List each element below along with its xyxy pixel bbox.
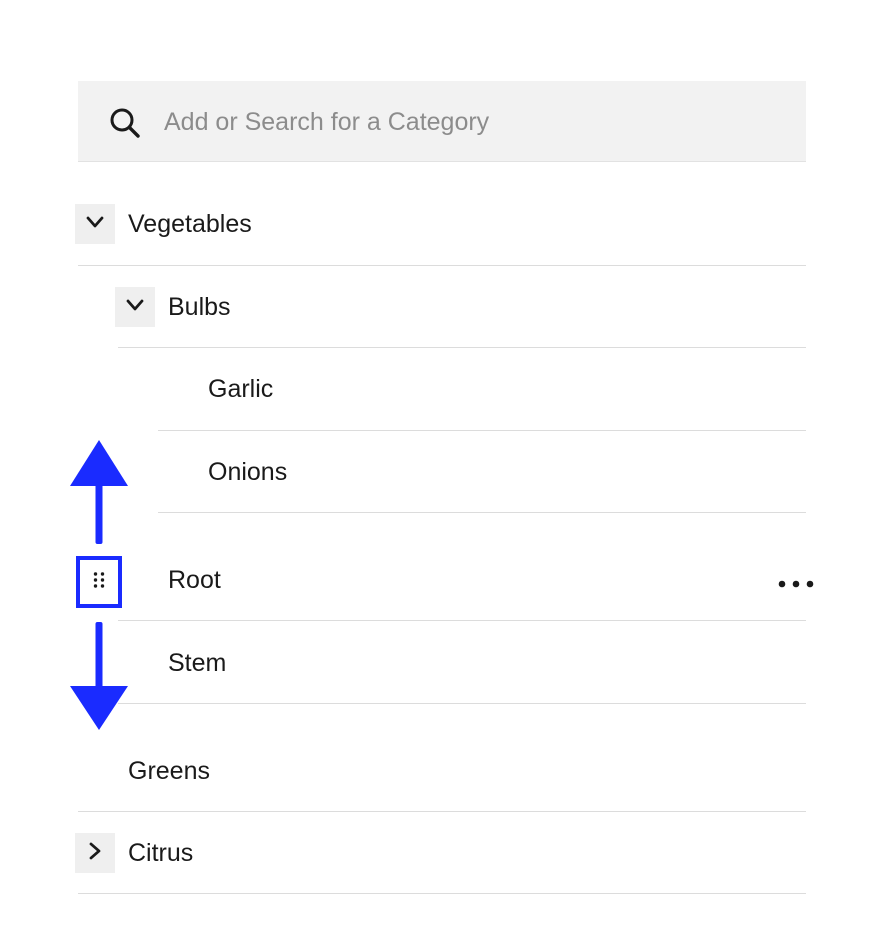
- tree-item-vegetables[interactable]: Vegetables: [128, 209, 252, 239]
- root-more-options-button[interactable]: [772, 570, 820, 600]
- tree-item-garlic[interactable]: Garlic: [208, 374, 273, 404]
- tree-item-root[interactable]: Root: [168, 565, 221, 595]
- divider: [78, 893, 806, 894]
- category-search-bar[interactable]: [78, 81, 806, 162]
- chevron-right-icon: [85, 841, 105, 866]
- chevron-down-icon: [85, 212, 105, 237]
- divider: [78, 265, 806, 266]
- bulbs-toggle-button[interactable]: [115, 287, 155, 327]
- vegetables-toggle-button[interactable]: [75, 204, 115, 244]
- divider: [158, 512, 806, 513]
- tree-item-bulbs[interactable]: Bulbs: [168, 292, 231, 322]
- tree-item-citrus[interactable]: Citrus: [128, 838, 193, 868]
- search-icon: [109, 107, 141, 139]
- category-search-input[interactable]: [164, 101, 764, 143]
- divider: [118, 620, 806, 621]
- tree-item-onions[interactable]: Onions: [208, 457, 287, 487]
- root-drag-handle[interactable]: [76, 556, 122, 608]
- more-horizontal-icon: [776, 576, 816, 594]
- drag-handle-icon: [92, 570, 106, 595]
- citrus-toggle-button[interactable]: [75, 833, 115, 873]
- divider: [118, 347, 806, 348]
- tree-item-stem[interactable]: Stem: [168, 648, 226, 678]
- divider: [158, 430, 806, 431]
- arrow-up-icon: [68, 438, 130, 553]
- divider: [78, 811, 806, 812]
- chevron-down-icon: [125, 295, 145, 320]
- tree-item-greens[interactable]: Greens: [128, 756, 210, 786]
- divider: [118, 703, 806, 704]
- arrow-down-icon: [68, 620, 130, 737]
